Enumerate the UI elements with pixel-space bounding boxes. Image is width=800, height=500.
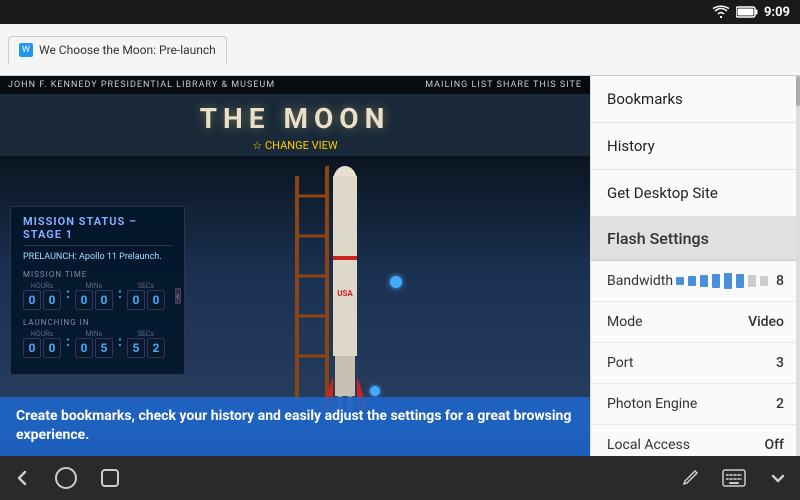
photon-engine-row: Photon Engine 2	[591, 384, 800, 425]
launch-mins-label: MINs	[86, 330, 103, 338]
launching-in-label: LAUNCHING IN	[23, 318, 172, 327]
nav-bar	[0, 456, 800, 500]
mission-panel: MISSION STATUS – STAGE 1 PRELAUNCH: Apol…	[10, 206, 185, 375]
mission-time-label: MISSION TIME	[23, 270, 172, 279]
mission-h1: 0	[23, 290, 41, 310]
recents-nav-button[interactable]	[88, 456, 132, 500]
secs-unit: SECs 0 0	[127, 282, 165, 310]
port-label: Port	[607, 355, 633, 371]
mission-sub: PRELAUNCH: Apollo 11 Prelaunch.	[23, 252, 172, 262]
battery-icon	[736, 6, 758, 18]
flash-settings-header: Flash Settings	[591, 217, 800, 261]
local-access-value: Off	[764, 437, 784, 453]
mins-label: MINs	[86, 282, 103, 290]
launch-h2: 0	[43, 338, 61, 358]
keyboard-button[interactable]	[712, 456, 756, 500]
launch-hours-label: HOURs	[31, 330, 53, 338]
bookmarks-menu-item[interactable]: Bookmarks	[591, 76, 800, 123]
browser-area: JOHN F. KENNEDY PRESIDENTIAL LIBRARY & M…	[0, 76, 800, 456]
mode-label: Mode	[607, 314, 643, 330]
dropdown-menu: Bookmarks History Get Desktop Site Flash…	[590, 76, 800, 456]
get-desktop-site-menu-item[interactable]: Get Desktop Site	[591, 170, 800, 217]
mission-s1: 0	[127, 290, 145, 310]
mode-value: Video	[748, 314, 784, 330]
web-content: JOHN F. KENNEDY PRESIDENTIAL LIBRARY & M…	[0, 76, 590, 456]
bandwidth-bar: 8	[676, 273, 784, 289]
launch-secs-label: SECs	[138, 330, 154, 338]
launching-in-section: LAUNCHING IN HOURs 0 0 : MINs	[23, 318, 172, 358]
sep3: :	[66, 334, 70, 354]
launch-m1: 0	[75, 338, 93, 358]
photon-engine-label: Photon Engine	[607, 396, 697, 412]
bandwidth-value: 8	[776, 273, 784, 289]
hours-label: HOURs	[31, 282, 53, 290]
mission-m1: 0	[75, 290, 93, 310]
rocket-image: USA	[265, 156, 385, 426]
site-header-right: MAILING LIST SHARE THIS SITE	[425, 80, 582, 90]
mission-time-display: HOURs 0 0 : MINs 0 0	[23, 282, 172, 310]
launch-hours-unit: HOURs 0 0	[23, 330, 61, 358]
sep4: :	[118, 334, 122, 354]
bandwidth-row: Bandwidth 8	[591, 261, 800, 302]
info-banner-text: Create bookmarks, check your history and…	[16, 408, 571, 444]
sep2: :	[118, 286, 122, 306]
change-view[interactable]: ☆ CHANGE VIEW	[0, 139, 590, 156]
local-access-label: Local Access	[607, 437, 690, 453]
launch-secs-unit: SECs 5 2	[127, 330, 165, 358]
hours-unit: HOURs 0 0	[23, 282, 61, 310]
local-access-row: Local Access Off	[591, 425, 800, 456]
collapse-button[interactable]: ‹	[175, 288, 181, 304]
tab-title: We Choose the Moon: Pre-launch	[39, 43, 216, 57]
port-value: 3	[776, 355, 784, 371]
mission-title: MISSION STATUS – STAGE 1	[23, 215, 172, 246]
launch-s1: 5	[127, 338, 145, 358]
bandwidth-label: Bandwidth	[607, 273, 673, 289]
mode-row: Mode Video	[591, 302, 800, 343]
status-bar: 9:09	[0, 0, 800, 24]
history-menu-item[interactable]: History	[591, 123, 800, 170]
svg-text:USA: USA	[337, 289, 353, 298]
stylus-button[interactable]	[668, 456, 712, 500]
tab-favicon: W	[19, 43, 33, 57]
port-row: Port 3	[591, 343, 800, 384]
site-header-left: JOHN F. KENNEDY PRESIDENTIAL LIBRARY & M…	[8, 80, 275, 90]
tab-bar: W We Choose the Moon: Pre-launch	[0, 24, 800, 76]
launch-s2: 2	[147, 338, 165, 358]
status-indicator	[390, 276, 402, 288]
active-tab[interactable]: W We Choose the Moon: Pre-launch	[8, 36, 227, 64]
mission-s2: 0	[147, 290, 165, 310]
secs-label: SECs	[138, 282, 154, 290]
launch-mins-unit: MINs 0 5	[75, 330, 113, 358]
expand-button[interactable]	[756, 456, 800, 500]
status-icons: 9:09	[712, 5, 790, 20]
back-nav-button[interactable]	[0, 456, 44, 500]
scrollbar-track[interactable]	[796, 76, 800, 456]
mission-time-section: MISSION TIME HOURs 0 0 : MINs	[23, 270, 172, 310]
status-indicator-2	[370, 386, 380, 396]
mission-m2: 0	[95, 290, 113, 310]
scrollbar-thumb[interactable]	[796, 76, 800, 106]
launch-h1: 0	[23, 338, 41, 358]
photon-engine-value: 2	[776, 396, 784, 412]
mins-unit: MINs 0 0	[75, 282, 113, 310]
moon-title: THE MOON	[0, 94, 590, 139]
status-time: 9:09	[764, 5, 790, 20]
site-header: JOHN F. KENNEDY PRESIDENTIAL LIBRARY & M…	[0, 76, 590, 94]
info-banner: Create bookmarks, check your history and…	[0, 397, 590, 456]
mission-h2: 0	[43, 290, 61, 310]
sep1: :	[66, 286, 70, 306]
launch-m2: 5	[95, 338, 113, 358]
home-nav-button[interactable]	[44, 456, 88, 500]
launch-time-display: HOURs 0 0 : MINs 0 5	[23, 330, 172, 358]
wifi-icon	[712, 5, 730, 19]
rocket-area: USA MISSION STATUS – STAGE 1 PRELAUNCH: …	[0, 156, 590, 436]
